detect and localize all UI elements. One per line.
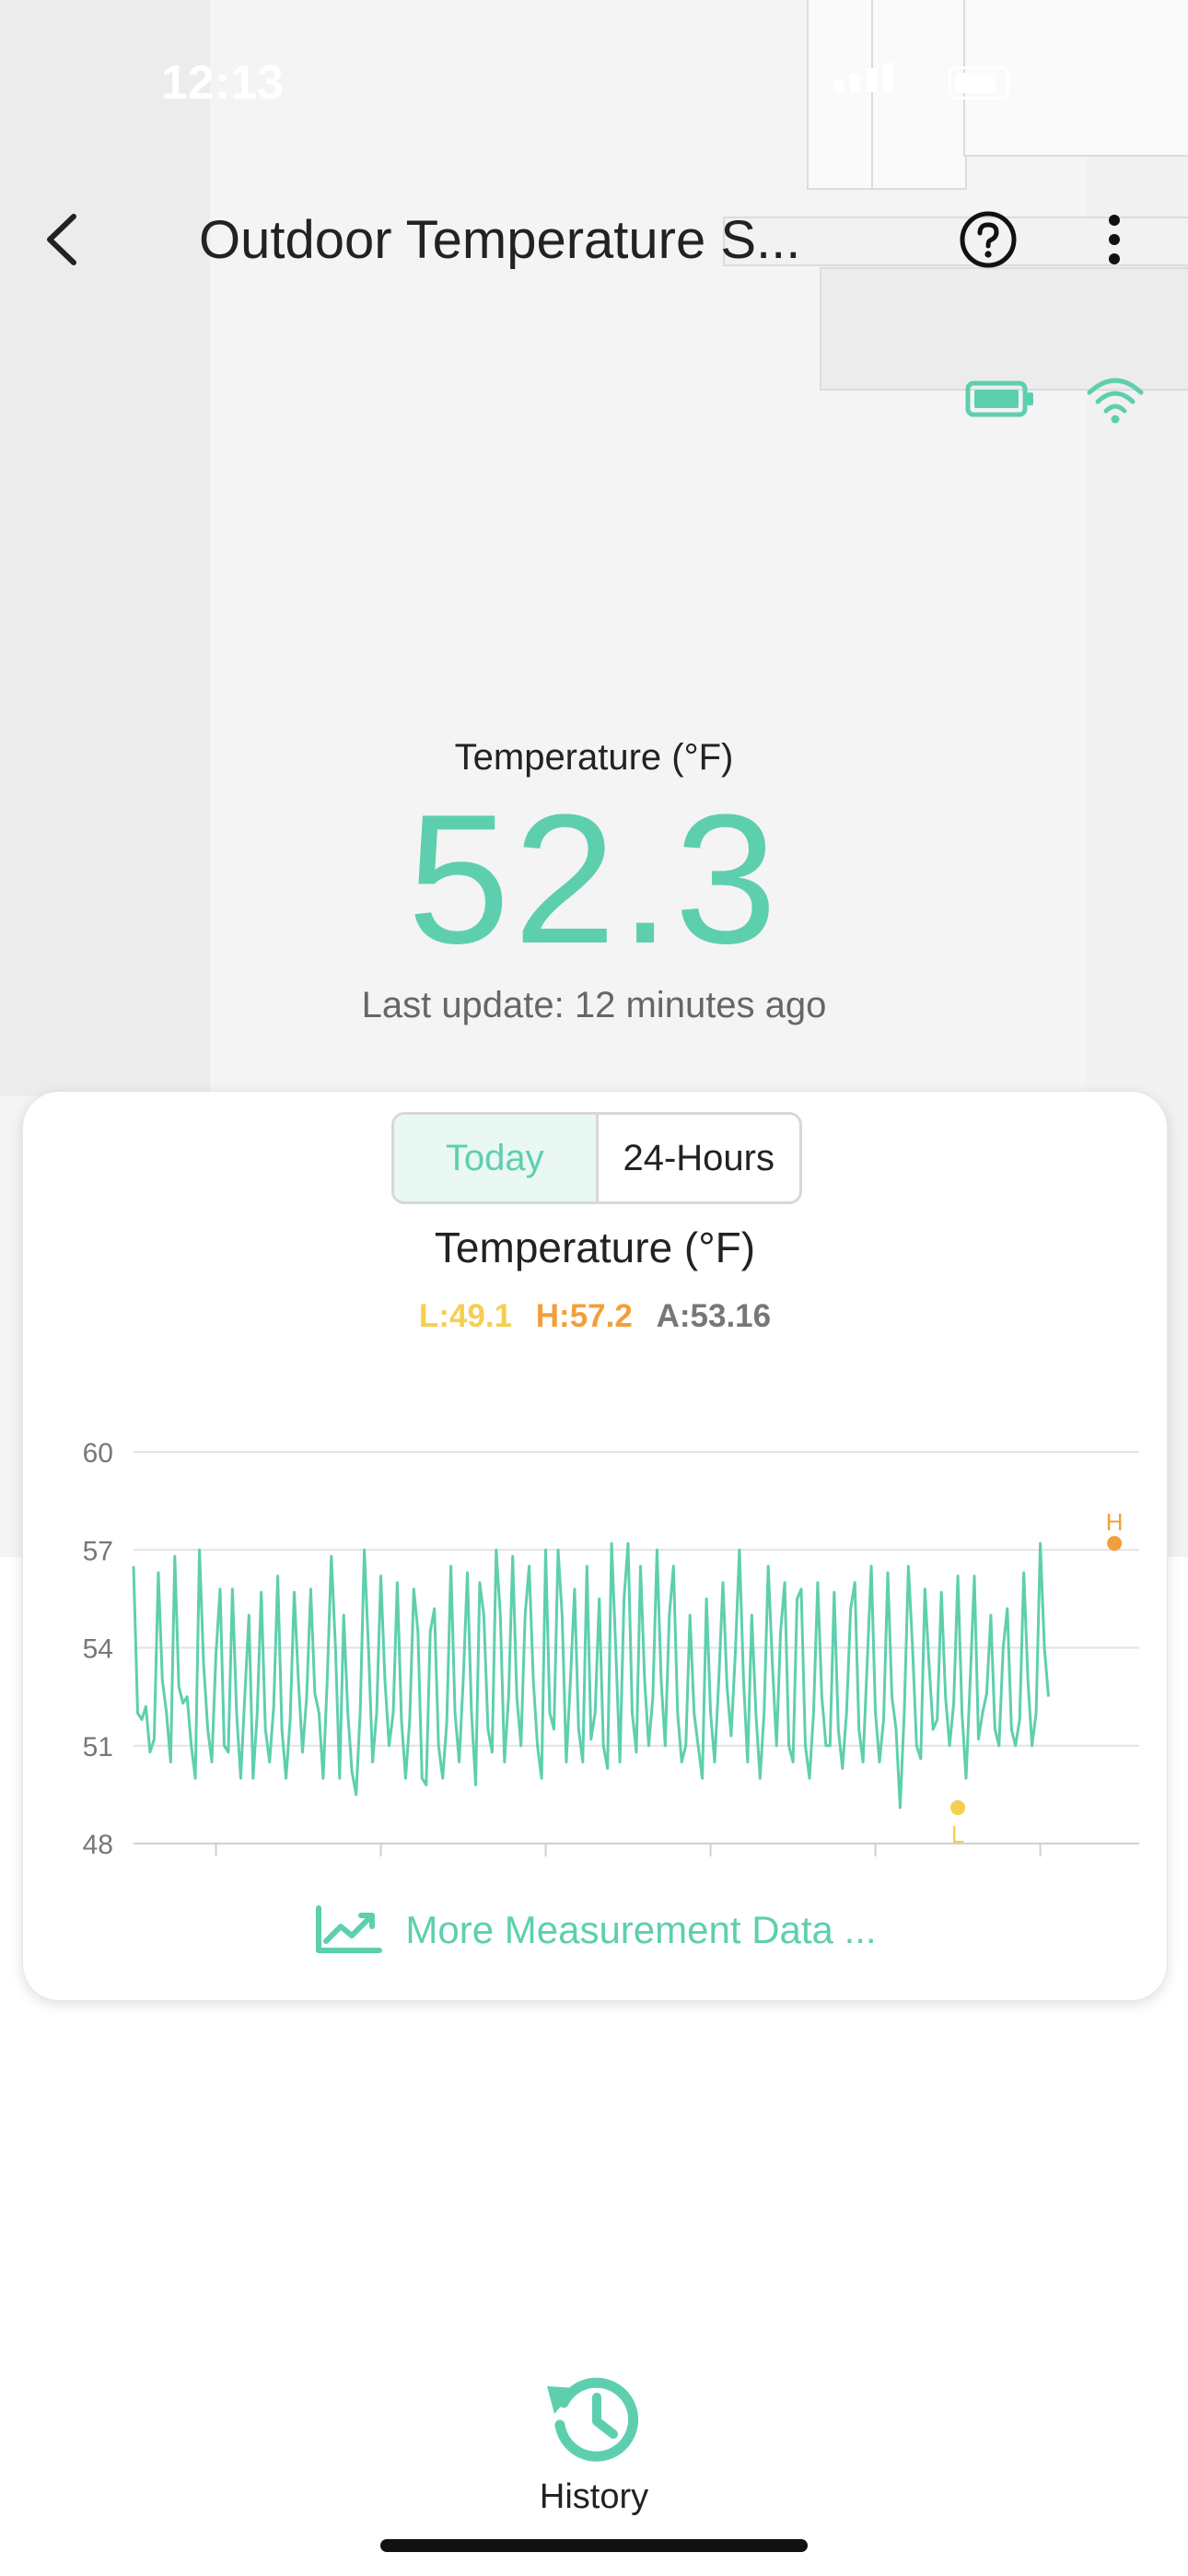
history-icon [547,2377,639,2462]
last-update-text: Last update: 12 minutes ago [361,985,827,1025]
tab-24-hours[interactable]: 24-Hours [598,1115,799,1201]
y-tick-label: 57 [83,1536,113,1566]
stat-low: L:49.1 [418,1298,513,1334]
back-arrow-icon[interactable] [37,207,92,272]
chart-trend-icon [316,1905,383,1953]
cellular-signal-icon [833,63,893,92]
more-options-icon[interactable] [1096,209,1133,270]
stat-average: A:53.16 [656,1298,772,1334]
help-icon[interactable] [958,209,1019,270]
y-tick-label: 60 [83,1438,113,1469]
temperature-value: 52.3 [407,777,781,982]
low-point-label: L [951,1821,964,1848]
home-indicator [380,2539,808,2552]
battery-full-icon [965,381,1033,417]
top-bar: Outdoor Temperature S... [0,189,1188,290]
temperature-line-chart: 605754514801:0002/2003:00AM05:00AM07:00A… [83,1438,1139,1860]
y-tick-label: 51 [83,1732,113,1762]
chart-stats: L:49.1 H:57.2 A:53.16 [23,1298,1167,1335]
chart-title: Temperature (°F) [434,1224,756,1271]
y-tick-label: 48 [83,1830,113,1860]
status-time: 12:13 [161,56,284,110]
wifi-icon [1087,378,1144,424]
status-battery-icon [949,66,1009,100]
more-measurement-data-label: More Measurement Data ... [405,1908,877,1951]
range-segmented-control: Today 24-Hours [391,1112,802,1204]
low-point-marker [950,1800,966,1816]
history-button[interactable]: History [497,2368,691,2517]
history-label: History [539,2477,649,2516]
more-measurement-data-link[interactable]: More Measurement Data ... [23,1903,1167,1958]
temperature-series-line [132,1541,1050,1809]
high-point-marker [1107,1536,1123,1551]
y-tick-label: 54 [83,1634,113,1665]
page-title: Outdoor Temperature S... [199,210,801,270]
high-point-label: H [1106,1508,1124,1536]
current-reading: Temperature (°F) 52.3 Last update: 12 mi… [0,737,1188,1026]
stat-high: H:57.2 [535,1298,633,1334]
tab-today[interactable]: Today [394,1115,599,1201]
reading-label: Temperature (°F) [454,737,734,778]
temperature-chart-card: Today 24-Hours Temperature (°F) L:49.1 H… [22,1091,1168,2001]
